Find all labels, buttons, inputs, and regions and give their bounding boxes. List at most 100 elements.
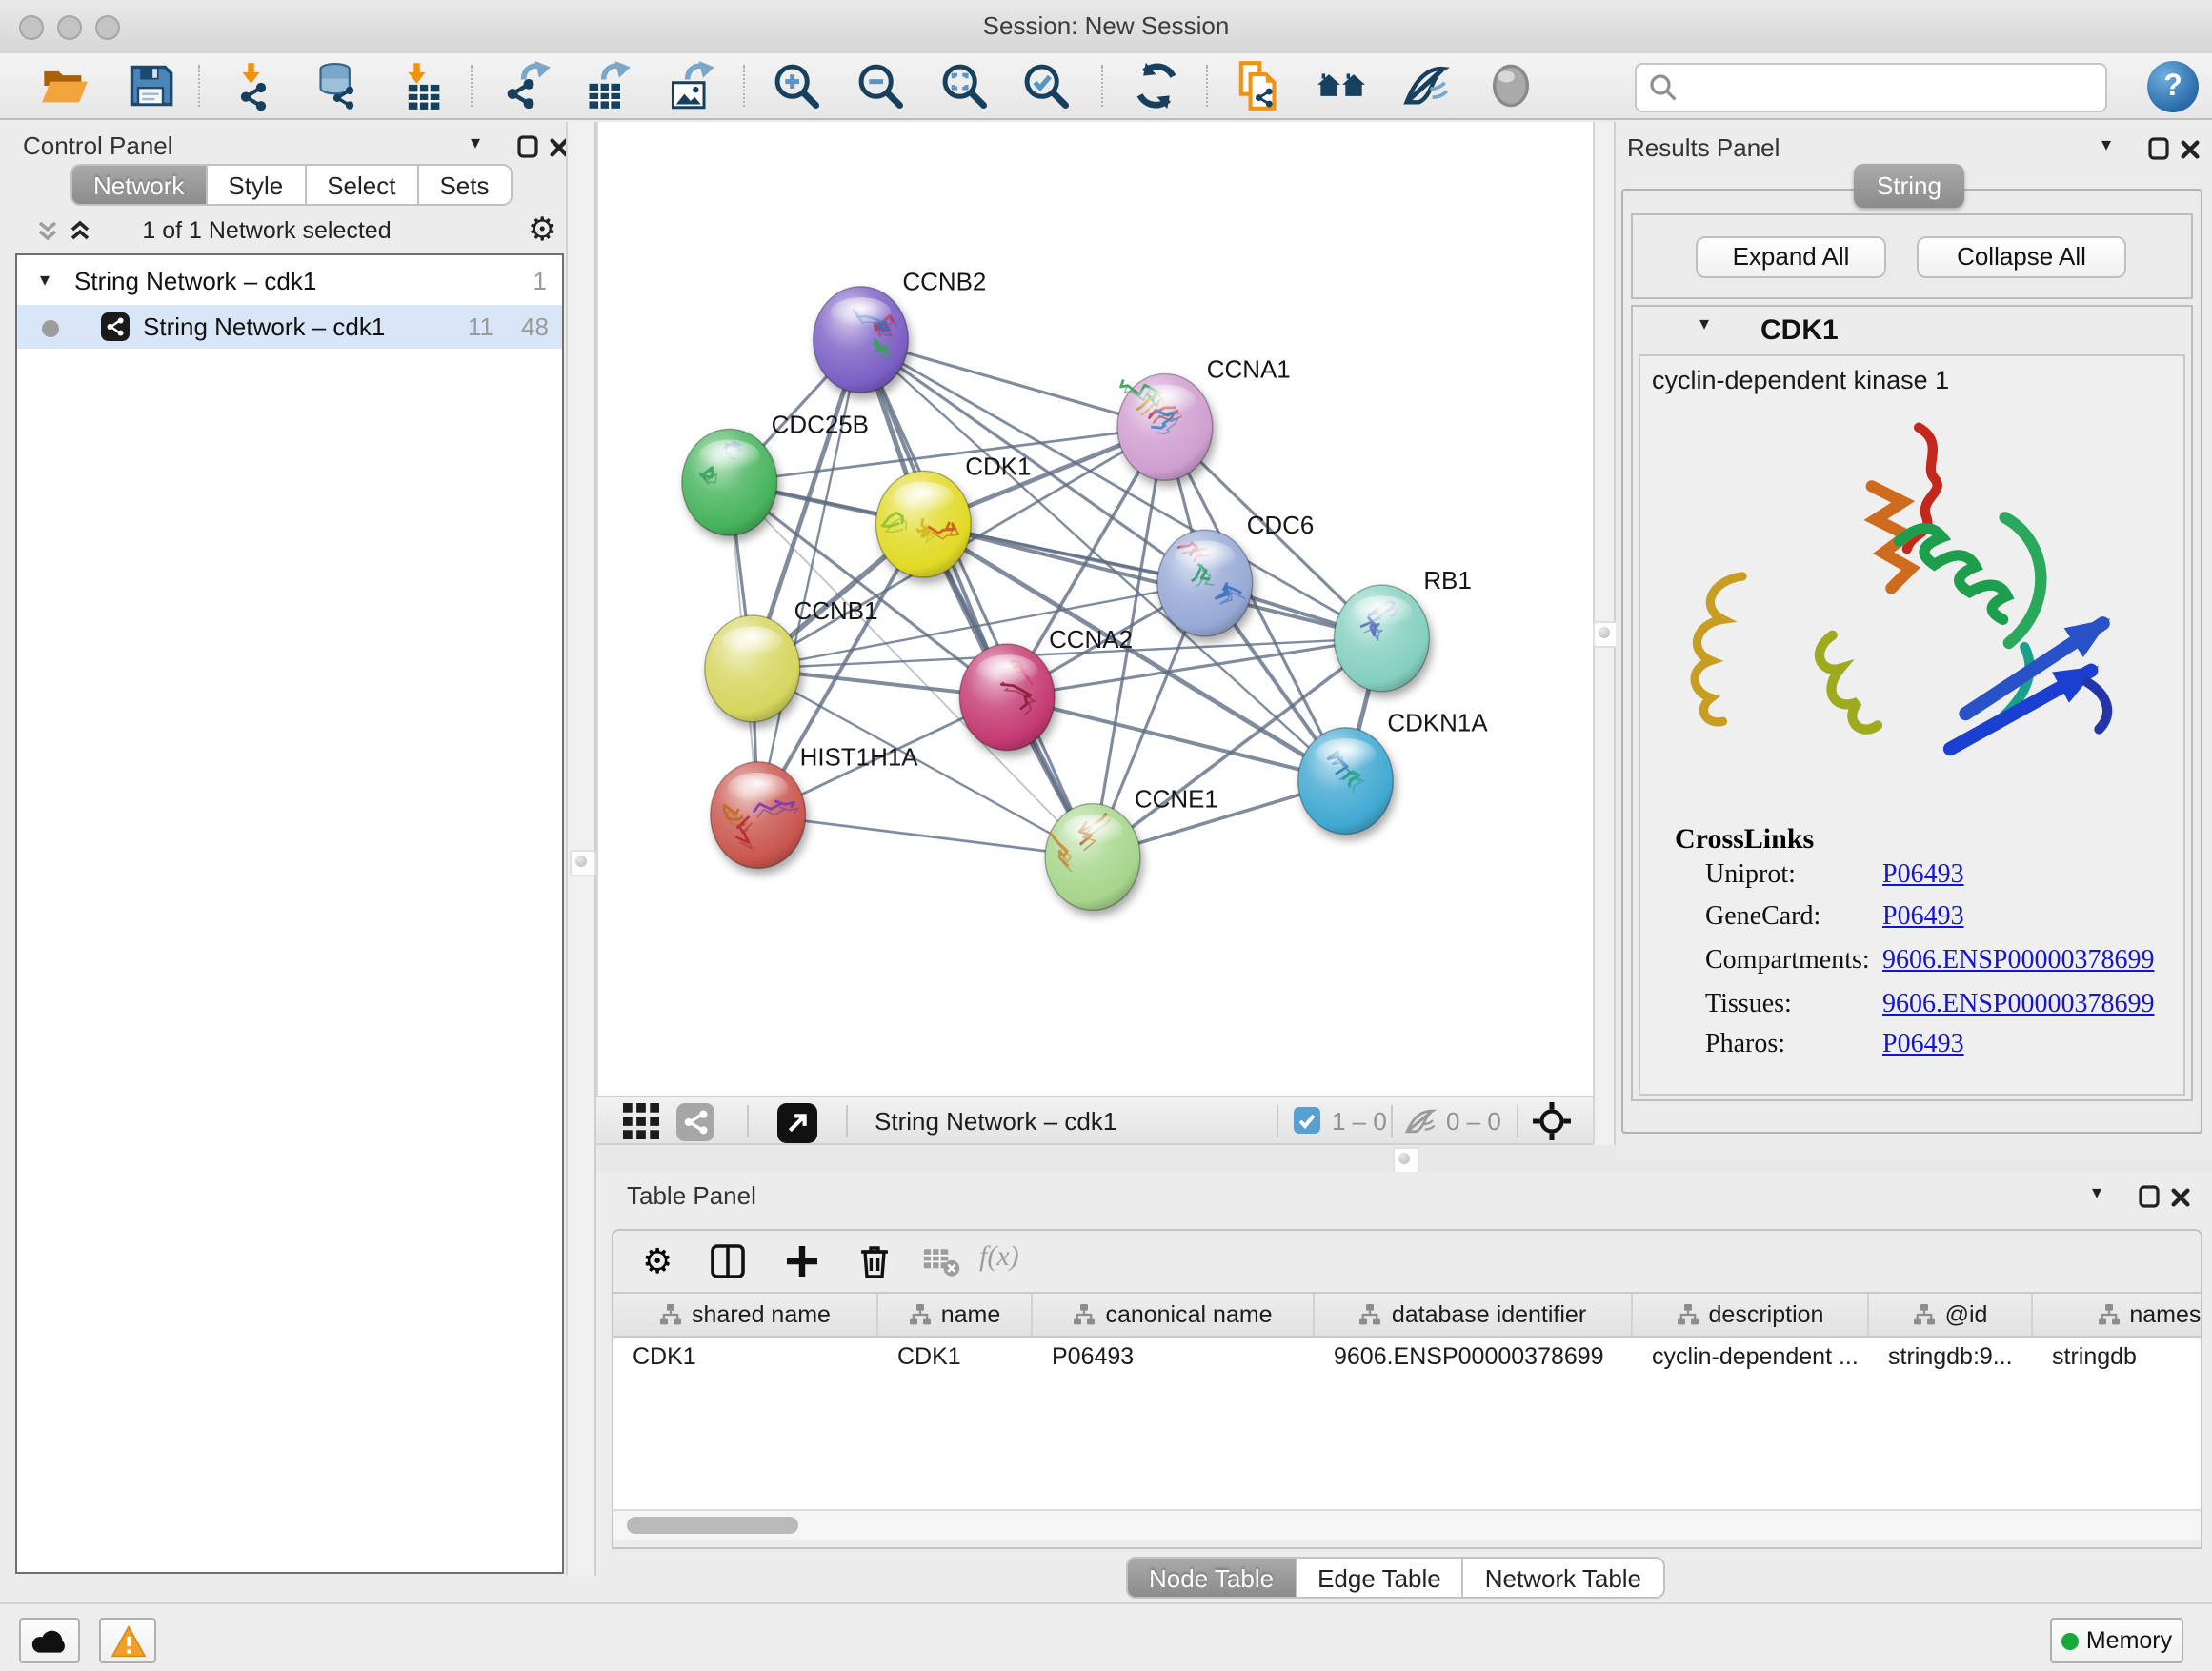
network-collection-row[interactable]: ▾ String Network – cdk1 1 — [17, 261, 562, 305]
import-table-icon[interactable] — [398, 61, 448, 111]
memory-button[interactable]: Memory — [2050, 1618, 2183, 1663]
network-node-CDKN1A[interactable]: CDKN1A — [1298, 711, 1489, 835]
column-header-canonical-name[interactable]: canonical name — [1033, 1294, 1315, 1336]
network-canvas[interactable]: CCNB2CCNA1CDC25BCDK1CDC6RB1CCNB1CCNA2CDK… — [596, 122, 1593, 1096]
warning-icon — [111, 1625, 147, 1658]
tab-style[interactable]: Style — [207, 164, 306, 206]
tab-string[interactable]: String — [1854, 164, 1964, 208]
float-panel-icon[interactable] — [2138, 1183, 2164, 1210]
node-table: shared namenamecanonical namedatabase id… — [613, 1292, 2201, 1511]
table-cell[interactable]: P06493 — [1033, 1338, 1315, 1376]
titlebar: Session: New Session — [0, 0, 2212, 55]
network-node-CCNB1[interactable]: CCNB1 — [705, 598, 878, 722]
help-button[interactable]: ? — [2147, 61, 2199, 112]
group-nodes-icon[interactable] — [1317, 61, 1366, 111]
selection-summary: 1 of 1 Network selected — [15, 217, 518, 244]
table-cell[interactable]: stringdb — [2033, 1338, 2201, 1376]
network-row-selected[interactable]: String Network – cdk1 11 48 — [17, 305, 562, 349]
toolbar-separator — [198, 65, 200, 107]
close-panel-icon[interactable] — [2170, 1183, 2197, 1210]
network-node-CCNE1[interactable]: CCNE1 — [1045, 787, 1218, 911]
splitter-handle[interactable] — [1393, 1147, 1419, 1174]
zoom-out-icon[interactable] — [855, 61, 905, 111]
tab-sets[interactable]: Sets — [418, 164, 512, 206]
node-label-RB1: RB1 — [1423, 568, 1471, 594]
column-header-name[interactable]: name — [878, 1294, 1033, 1336]
column-header-shared-name[interactable]: shared name — [613, 1294, 878, 1336]
panel-menu-icon[interactable]: ▾ — [2092, 1181, 2119, 1208]
column-header--id[interactable]: @id — [1869, 1294, 2033, 1336]
collapse-collection-icon[interactable]: ▾ — [40, 269, 50, 295]
panel-menu-icon[interactable]: ▾ — [2101, 133, 2128, 160]
grid-view-icon[interactable] — [623, 1103, 659, 1149]
first-neighbors-icon[interactable] — [1231, 61, 1280, 111]
collapse-gene-section-icon[interactable]: ▾ — [1699, 312, 1726, 339]
table-tab-node-table[interactable]: Node Table — [1126, 1557, 1297, 1599]
crosslink-value-link[interactable]: P06493 — [1882, 1031, 1964, 1061]
crosslink-value-link[interactable]: 9606.ENSP00000378699 — [1882, 991, 2154, 1021]
crosslink-value-link[interactable]: P06493 — [1882, 903, 1964, 934]
hide-selected-icon[interactable] — [1400, 61, 1450, 111]
zoom-fit-icon[interactable] — [939, 61, 989, 111]
network-options-gear-icon[interactable]: ⚙ — [528, 211, 557, 250]
network-node-CCNA1[interactable]: CCNA1 — [1117, 356, 1291, 480]
refresh-layout-icon[interactable] — [1132, 61, 1181, 111]
search-input[interactable] — [1686, 68, 2101, 106]
network-node-CDC6[interactable]: CDC6 — [1157, 513, 1314, 636]
show-columns-icon[interactable] — [709, 1242, 747, 1280]
zoom-selected-icon[interactable] — [1021, 61, 1071, 111]
table-cell[interactable]: CDK1 — [878, 1338, 1033, 1376]
float-panel-icon[interactable] — [2147, 135, 2174, 162]
table-row[interactable]: CDK1CDK1P064939606.ENSP00000378699cyclin… — [613, 1338, 2201, 1376]
add-column-icon[interactable] — [783, 1242, 821, 1280]
export-table-icon[interactable] — [583, 61, 633, 111]
fit-content-crosshair-icon[interactable] — [1532, 1101, 1572, 1151]
network-view-icon[interactable] — [676, 1103, 714, 1151]
collapse-all-button[interactable]: Collapse All — [1917, 236, 2126, 278]
collection-label: String Network – cdk1 — [74, 267, 316, 295]
tab-network[interactable]: Network — [70, 164, 207, 206]
crosslink-row: Tissues:9606.ENSP00000378699 — [1705, 991, 1792, 1021]
table-cell[interactable]: 9606.ENSP00000378699 — [1315, 1338, 1633, 1376]
export-image-icon[interactable] — [667, 61, 716, 111]
column-header-database-identifier[interactable]: database identifier — [1315, 1294, 1633, 1336]
close-panel-icon[interactable] — [2180, 135, 2206, 162]
show-all-icon[interactable] — [1486, 61, 1536, 111]
separator — [747, 1105, 749, 1137]
cloud-status-button[interactable] — [19, 1618, 80, 1663]
panel-menu-icon[interactable]: ▾ — [471, 131, 497, 158]
warnings-button[interactable] — [99, 1618, 156, 1663]
table-cell[interactable]: CDK1 — [613, 1338, 878, 1376]
import-network-from-database-icon[interactable] — [314, 61, 364, 111]
open-session-icon[interactable] — [40, 61, 90, 111]
network-node-HIST1H1A[interactable]: HIST1H1A — [711, 745, 918, 869]
splitter-handle[interactable] — [570, 850, 596, 876]
toolbar-separator — [1101, 65, 1103, 107]
table-horizontal-scrollbar[interactable] — [613, 1509, 2201, 1540]
save-session-icon[interactable] — [126, 61, 175, 111]
tab-select[interactable]: Select — [306, 164, 418, 206]
table-tab-network-table[interactable]: Network Table — [1464, 1557, 1664, 1599]
column-header-namespace[interactable]: namespace — [2033, 1294, 2201, 1336]
network-node-CDK1[interactable]: CDK1 — [875, 453, 1031, 577]
table-cell[interactable]: cyclin-dependent ... — [1633, 1338, 1869, 1376]
table-cell[interactable]: stringdb:9... — [1869, 1338, 2033, 1376]
selected-checkbox-icon[interactable] — [1294, 1107, 1320, 1143]
crosslink-value-link[interactable]: 9606.ENSP00000378699 — [1882, 947, 2154, 977]
hidden-eye-icon[interactable] — [1404, 1107, 1437, 1145]
column-header-description[interactable]: description — [1633, 1294, 1869, 1336]
vertical-splitter-left[interactable] — [566, 122, 596, 1576]
export-network-icon[interactable] — [503, 61, 553, 111]
zoom-in-icon[interactable] — [772, 61, 821, 111]
function-builder-icon: f(x) — [979, 1242, 1019, 1275]
scrollbar-thumb[interactable] — [627, 1516, 798, 1533]
network-node-RB1[interactable]: RB1 — [1335, 568, 1472, 692]
crosslink-value-link[interactable]: P06493 — [1882, 861, 1964, 892]
import-network-icon[interactable] — [232, 61, 282, 111]
delete-column-icon[interactable] — [855, 1242, 894, 1280]
float-panel-icon[interactable] — [516, 133, 543, 160]
table-tab-edge-table[interactable]: Edge Table — [1297, 1557, 1464, 1599]
expand-all-button[interactable]: Expand All — [1696, 236, 1886, 278]
table-options-gear-icon[interactable]: ⚙ — [642, 1242, 680, 1280]
separator — [1517, 1105, 1518, 1137]
